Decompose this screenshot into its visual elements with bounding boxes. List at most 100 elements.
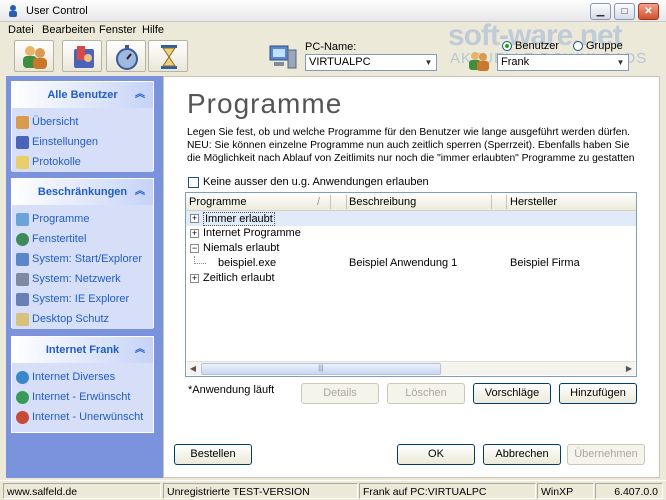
sidebar-item-internet-erwuenscht[interactable]: Internet - Erwünscht	[12, 387, 153, 407]
scroll-thumb[interactable]: |||	[201, 363, 441, 375]
expand-icon[interactable]: +	[190, 274, 199, 283]
column-divider[interactable]	[491, 195, 492, 209]
log-icon	[16, 155, 29, 169]
tree-row-label: Internet Programme	[203, 227, 301, 239]
add-button[interactable]: Hinzufügen	[559, 383, 637, 404]
panel-beschraenkungen: Beschränkungen ︽ Programme Fenstertitel S…	[11, 178, 154, 329]
tree-row-beispiel[interactable]: beispiel.exe Beispiel Anwendung 1 Beispi…	[186, 256, 636, 271]
column-programme[interactable]: Programme	[189, 196, 246, 208]
sidebar-item-netzwerk[interactable]: System: Netzwerk	[12, 269, 153, 289]
expand-icon[interactable]: +	[190, 214, 199, 223]
user-select[interactable]: Frank ▼	[497, 54, 629, 71]
column-divider[interactable]	[346, 195, 347, 209]
maximize-button[interactable]: □	[614, 3, 635, 20]
details-button[interactable]: Details	[301, 383, 379, 404]
app-icon	[9, 5, 17, 17]
radio-gruppe[interactable]: Gruppe	[573, 40, 623, 52]
panel-title: Alle Benutzer	[47, 89, 118, 101]
window-title: User Control	[26, 5, 88, 17]
only-listed-apps-checkbox[interactable]: Keine ausser den u.g. Anwendungen erlaub…	[188, 176, 429, 188]
tree-row-internet-programme[interactable]: + Internet Programme	[186, 226, 636, 241]
page-description: Legen Sie fest, ob und welche Programme …	[187, 127, 635, 164]
globe-icon	[16, 370, 29, 384]
ie-icon	[16, 292, 29, 306]
programs-icon	[16, 212, 29, 226]
sidebar-item-label: Programme	[32, 213, 90, 225]
column-hersteller[interactable]: Hersteller	[510, 196, 557, 208]
radio-benutzer[interactable]: Benutzer	[502, 40, 559, 52]
toolbar-users-button[interactable]	[14, 40, 54, 72]
users-icon	[16, 115, 29, 129]
radio-dot	[573, 41, 583, 52]
sidebar-item-fenstertitel[interactable]: Fenstertitel	[12, 229, 153, 249]
scroll-left-icon[interactable]: ◀	[187, 363, 199, 375]
sidebar: Alle Benutzer ︽ Übersicht Einstellungen P…	[6, 76, 163, 478]
ok-button[interactable]: OK	[397, 444, 475, 465]
user-select-value: Frank	[501, 56, 530, 68]
sidebar-item-internet-unerwuenscht[interactable]: Internet - Unerwünscht	[12, 407, 153, 427]
menu-fenster[interactable]: Fenster	[99, 24, 136, 36]
collapse-icon[interactable]: ︽	[135, 179, 145, 205]
suggestions-button[interactable]: Vorschläge	[473, 383, 551, 404]
sidebar-item-label: System: IE Explorer	[32, 293, 130, 305]
column-divider[interactable]	[330, 195, 331, 209]
sidebar-item-uebersicht[interactable]: Übersicht	[12, 112, 153, 132]
scroll-right-icon[interactable]: ▶	[623, 363, 635, 375]
tree-row-label: Immer erlaubt	[203, 212, 275, 226]
status-bar: www.salfeld.de Unregistrierte TEST-VERSI…	[0, 480, 666, 500]
globe-allowed-icon	[16, 390, 29, 404]
panel-header[interactable]: Alle Benutzer ︽	[12, 82, 153, 108]
order-button[interactable]: Bestellen	[174, 444, 252, 465]
apply-button[interactable]: Übernehmen	[567, 444, 645, 465]
desktop-icon	[16, 312, 29, 326]
minimize-button[interactable]: ▁	[590, 3, 611, 20]
sidebar-item-programme[interactable]: Programme	[12, 209, 153, 229]
radio-dot	[502, 41, 512, 52]
close-button[interactable]: ✕	[638, 3, 659, 20]
menu-datei[interactable]: Datei	[8, 24, 34, 36]
sidebar-item-label: Internet Diverses	[32, 371, 116, 383]
pc-name-value: VIRTUALPC	[309, 56, 371, 68]
pc-name-select[interactable]: VIRTUALPC ▼	[305, 54, 437, 71]
menu-hilfe[interactable]: Hilfe	[142, 24, 164, 36]
stopwatch-icon	[116, 45, 138, 70]
sidebar-item-einstellungen[interactable]: Einstellungen	[12, 132, 153, 152]
tree-row-zeitlich-erlaubt[interactable]: + Zeitlich erlaubt	[186, 271, 636, 286]
sidebar-item-label: Einstellungen	[32, 136, 99, 148]
tree-row-label: Zeitlich erlaubt	[203, 272, 275, 284]
tree-row-description: Beispiel Anwendung 1	[349, 257, 458, 269]
programs-tree[interactable]: Programme / Beschreibung Hersteller + Im…	[185, 192, 637, 377]
sidebar-item-label: Übersicht	[32, 116, 79, 128]
expand-icon[interactable]: +	[190, 229, 199, 238]
column-beschreibung[interactable]: Beschreibung	[349, 196, 416, 208]
radio-gruppe-label: Gruppe	[586, 40, 623, 52]
toolbar-stopwatch-button[interactable]	[106, 40, 146, 72]
sidebar-item-start-explorer[interactable]: System: Start/Explorer	[12, 249, 153, 269]
users-icon	[469, 52, 489, 71]
tree-row-niemals-erlaubt[interactable]: − Niemals erlaubt	[186, 241, 636, 256]
collapse-icon[interactable]: −	[190, 244, 199, 253]
tree-row-immer-erlaubt[interactable]: + Immer erlaubt	[186, 211, 636, 226]
checkbox-label: Keine ausser den u.g. Anwendungen erlaub…	[203, 176, 429, 188]
sidebar-item-internet-diverses[interactable]: Internet Diverses	[12, 367, 153, 387]
sidebar-item-desktop-schutz[interactable]: Desktop Schutz	[12, 309, 153, 329]
cancel-button[interactable]: Abbrechen	[483, 444, 561, 465]
page-title: Programme	[187, 88, 343, 119]
horizontal-scrollbar[interactable]: ◀ ||| ▶	[187, 361, 635, 375]
toolbar-hourglass-button[interactable]	[148, 40, 188, 72]
toolbar-profile-button[interactable]	[62, 40, 102, 72]
sidebar-item-label: System: Netzwerk	[32, 273, 121, 285]
panel-header[interactable]: Beschränkungen ︽	[12, 179, 153, 205]
network-icon	[16, 272, 29, 286]
sidebar-item-protokolle[interactable]: Protokolle	[12, 152, 153, 172]
collapse-icon[interactable]: ︽	[135, 337, 145, 363]
running-note: *Anwendung läuft	[188, 384, 275, 396]
panel-header[interactable]: Internet Frank ︽	[12, 337, 153, 363]
column-divider[interactable]	[506, 195, 507, 209]
collapse-icon[interactable]: ︽	[135, 82, 145, 108]
sidebar-item-ie-explorer[interactable]: System: IE Explorer	[12, 289, 153, 309]
delete-button[interactable]: Löschen	[387, 383, 465, 404]
panel-title: Beschränkungen	[37, 186, 128, 198]
menu-bearbeiten[interactable]: Bearbeiten	[42, 24, 95, 36]
sidebar-item-label: System: Start/Explorer	[32, 253, 143, 265]
